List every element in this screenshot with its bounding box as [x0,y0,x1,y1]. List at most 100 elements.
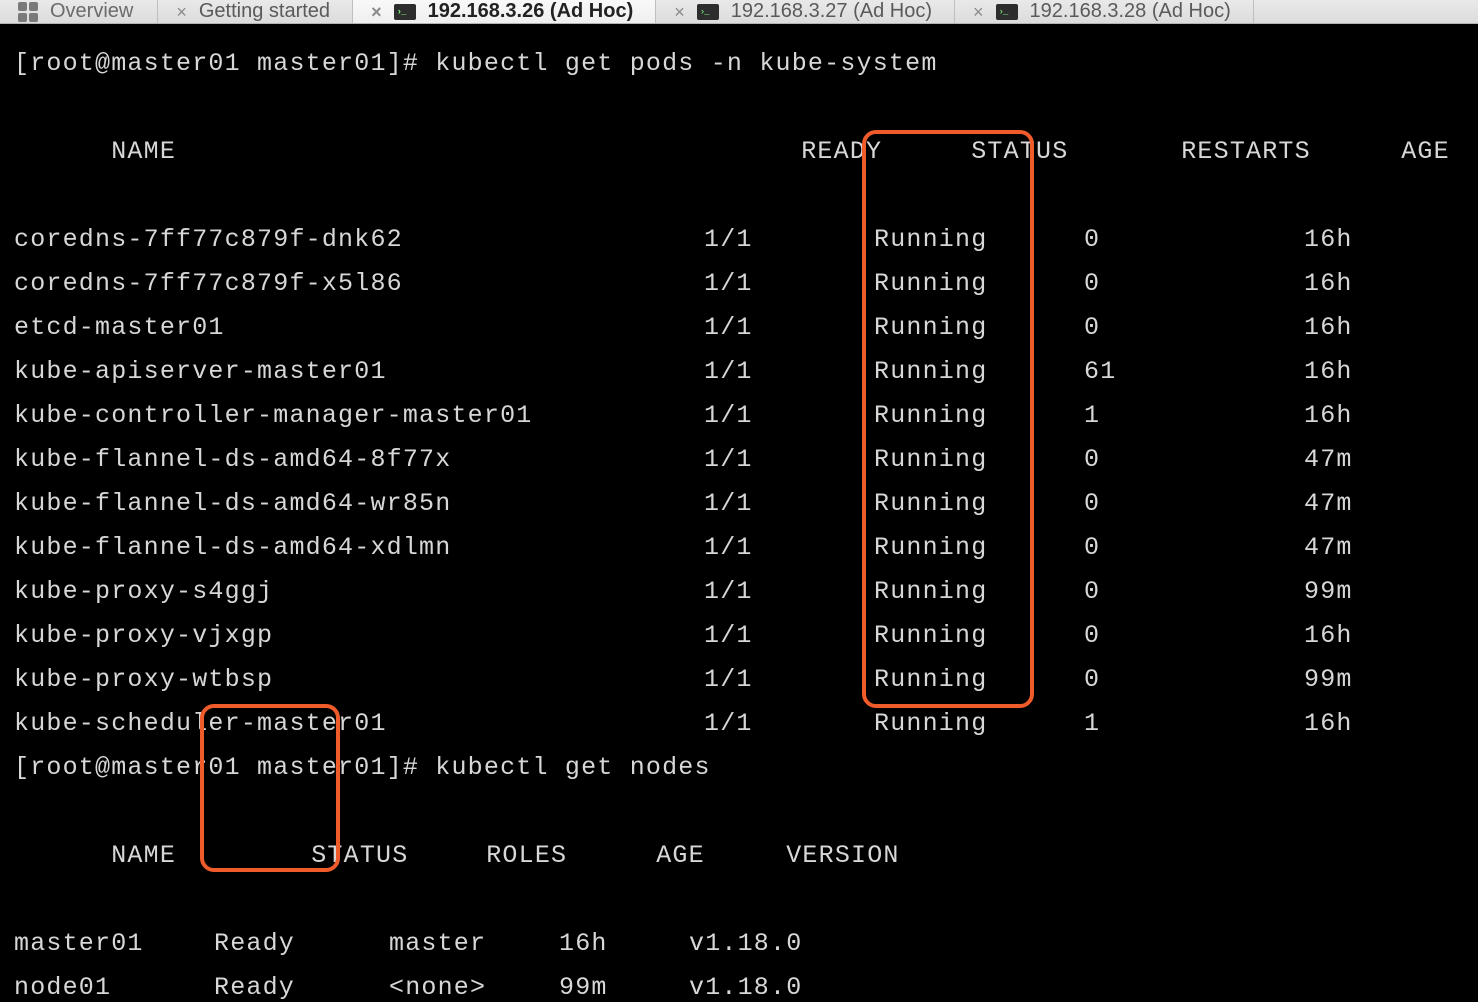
pods-row: kube-flannel-ds-amd64-8f77x1/1Running047… [14,438,1464,482]
close-icon[interactable]: × [973,3,984,21]
pods-ready: 1/1 [704,218,874,262]
pods-ready: 1/1 [704,526,874,570]
pods-age: 16h [1304,394,1353,438]
pods-row: kube-apiserver-master011/1Running6116h [14,350,1464,394]
pods-name: kube-controller-manager-master01 [14,394,704,438]
terminal-icon [394,4,416,20]
pods-ready: 1/1 [704,262,874,306]
pods-name: kube-apiserver-master01 [14,350,704,394]
tab-label: 192.168.3.28 (Ad Hoc) [1030,0,1231,23]
nodes-age: 16h [559,922,689,966]
pods-status: Running [874,218,1084,262]
pods-restarts: 61 [1084,350,1304,394]
pods-name: etcd-master01 [14,306,704,350]
pods-restarts: 0 [1084,438,1304,482]
pods-row: kube-controller-manager-master011/1Runni… [14,394,1464,438]
tab-1[interactable]: × 192.168.3.26 (Ad Hoc) [353,0,656,23]
pods-ready: 1/1 [704,570,874,614]
pods-ready: 1/1 [704,438,874,482]
tab-label: 192.168.3.26 (Ad Hoc) [428,0,634,23]
pods-restarts: 1 [1084,394,1304,438]
pods-row: kube-proxy-s4ggj1/1Running099m [14,570,1464,614]
pods-name: coredns-7ff77c879f-dnk62 [14,218,704,262]
pods-age: 47m [1304,482,1353,526]
pods-status: Running [874,658,1084,702]
pods-restarts: 1 [1084,702,1304,746]
pods-row: kube-flannel-ds-amd64-xdlmn1/1Running047… [14,526,1464,570]
pods-age: 16h [1304,350,1353,394]
nodes-row: master01Readymaster16hv1.18.0 [14,922,1464,966]
pods-age: 16h [1304,702,1353,746]
pods-age: 99m [1304,658,1353,702]
pods-status: Running [874,394,1084,438]
nodes-row: node01Ready<none>99mv1.18.0 [14,966,1464,1002]
nodes-status: Ready [214,966,389,1002]
terminal-icon [697,4,719,20]
close-icon[interactable]: × [176,3,187,21]
pods-status: Running [874,482,1084,526]
nodes-name: master01 [14,922,214,966]
pods-ready: 1/1 [704,306,874,350]
terminal-icon [996,4,1018,20]
nodes-status: Ready [214,922,389,966]
pods-name: kube-proxy-wtbsp [14,658,704,702]
pods-age: 16h [1304,218,1353,262]
tab-2[interactable]: × 192.168.3.27 (Ad Hoc) [656,0,955,23]
pods-restarts: 0 [1084,482,1304,526]
tab-label: Getting started [199,0,330,23]
pods-status: Running [874,438,1084,482]
pods-status: Running [874,570,1084,614]
pods-status: Running [874,306,1084,350]
nodes-header-row: NAMESTATUSROLESAGEVERSION [14,790,1464,922]
pods-row: coredns-7ff77c879f-dnk621/1Running016h [14,218,1464,262]
prompt-line-2: [root@master01 master01]# kubectl get no… [14,746,1464,790]
pods-ready: 1/1 [704,702,874,746]
pods-row: kube-proxy-wtbsp1/1Running099m [14,658,1464,702]
pods-ready: 1/1 [704,482,874,526]
pods-row: coredns-7ff77c879f-x5l861/1Running016h [14,262,1464,306]
close-icon[interactable]: × [371,3,382,21]
pods-row: kube-scheduler-master011/1Running116h [14,702,1464,746]
pods-ready: 1/1 [704,394,874,438]
pods-restarts: 0 [1084,262,1304,306]
pods-age: 99m [1304,570,1353,614]
pods-name: kube-scheduler-master01 [14,702,704,746]
overview-tab[interactable]: Overview [0,0,158,23]
tab-3[interactable]: × 192.168.3.28 (Ad Hoc) [955,0,1254,23]
pods-age: 47m [1304,526,1353,570]
nodes-age: 99m [559,966,689,1002]
pods-row: etcd-master011/1Running016h [14,306,1464,350]
nodes-roles: <none> [389,966,559,1002]
tab-0[interactable]: × Getting started [158,0,353,23]
app-window: Overview × Getting started × 192.168.3.26 (… [0,0,1478,1002]
pods-name: kube-proxy-vjxgp [14,614,704,658]
tab-bar: Overview × Getting started × 192.168.3.26 (… [0,0,1478,24]
nodes-version: v1.18.0 [689,966,802,1002]
nodes-version: v1.18.0 [689,922,802,966]
overview-label: Overview [50,0,133,23]
grid-icon [18,2,38,22]
pods-status: Running [874,262,1084,306]
pods-status: Running [874,614,1084,658]
tab-label: 192.168.3.27 (Ad Hoc) [731,0,932,23]
pods-row: kube-flannel-ds-amd64-wr85n1/1Running047… [14,482,1464,526]
pods-ready: 1/1 [704,350,874,394]
pods-status: Running [874,702,1084,746]
close-icon[interactable]: × [674,3,685,21]
pods-header-row: NAMEREADYSTATUSRESTARTSAGE [14,86,1464,218]
pods-restarts: 0 [1084,658,1304,702]
pods-status: Running [874,350,1084,394]
pods-name: coredns-7ff77c879f-x5l86 [14,262,704,306]
pods-age: 47m [1304,438,1353,482]
prompt-line-1: [root@master01 master01]# kubectl get po… [14,42,1464,86]
nodes-roles: master [389,922,559,966]
pods-restarts: 0 [1084,526,1304,570]
pods-row: kube-proxy-vjxgp1/1Running016h [14,614,1464,658]
pods-restarts: 0 [1084,218,1304,262]
pods-age: 16h [1304,306,1353,350]
pods-restarts: 0 [1084,570,1304,614]
pods-name: kube-flannel-ds-amd64-8f77x [14,438,704,482]
pods-ready: 1/1 [704,658,874,702]
terminal-pane[interactable]: [root@master01 master01]# kubectl get po… [0,24,1478,1002]
pods-status: Running [874,526,1084,570]
